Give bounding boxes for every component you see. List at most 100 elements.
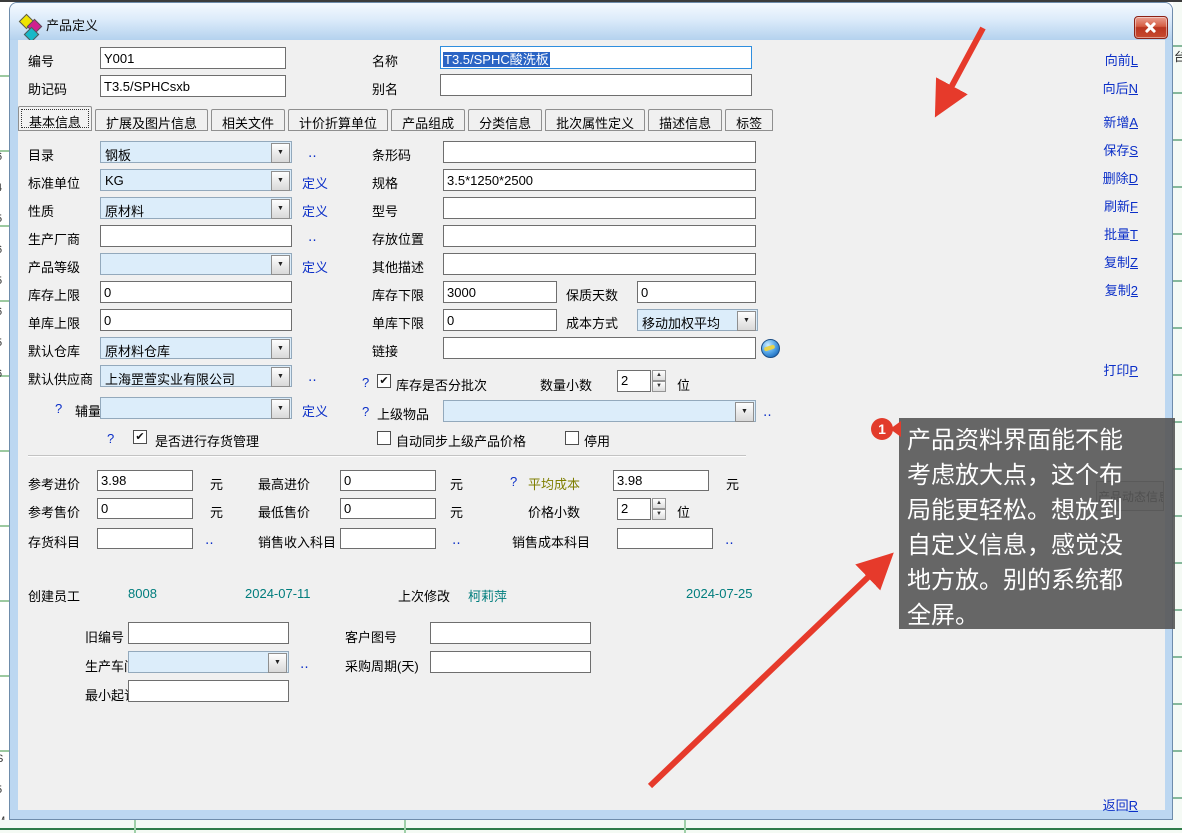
chevron-down-icon[interactable]: ▼ (271, 339, 290, 359)
nature-select[interactable]: 原材料 ▼ (100, 197, 292, 219)
shelf-life-input[interactable] (637, 281, 756, 303)
mnemonic-input[interactable] (100, 75, 286, 97)
globe-icon[interactable] (761, 339, 780, 358)
aux-unit-select[interactable]: ▼ (100, 397, 292, 419)
tab-product-composition[interactable]: 产品组成 (391, 109, 465, 131)
nature-define-link[interactable]: 定义 (302, 201, 328, 220)
chevron-down-icon[interactable]: ▼ (271, 399, 290, 419)
workshop-select[interactable]: ▼ (128, 651, 289, 673)
chevron-down-icon[interactable]: ▼ (271, 171, 290, 191)
grid-line (684, 820, 686, 833)
tab-description[interactable]: 描述信息 (648, 109, 722, 131)
stock-upper-input[interactable] (100, 281, 292, 303)
tab-labels[interactable]: 标签 (725, 109, 773, 131)
link-input[interactable] (443, 337, 756, 359)
chevron-down-icon[interactable]: ▼ (268, 653, 287, 673)
help-icon[interactable]: ? (107, 431, 114, 446)
spec-input[interactable] (443, 169, 756, 191)
spin-down-icon[interactable]: ▼ (652, 509, 666, 520)
location-input[interactable] (443, 225, 756, 247)
help-icon[interactable]: ? (510, 474, 517, 489)
action-forward[interactable]: 向前L (1105, 50, 1138, 69)
chevron-down-icon[interactable]: ▼ (271, 367, 290, 387)
tab-pricing-unit[interactable]: 计价折算单位 (288, 109, 388, 131)
manufacturer-input[interactable] (100, 225, 292, 247)
old-code-input[interactable] (128, 622, 289, 644)
cost-subject-input[interactable] (617, 528, 713, 549)
max-purchase-input[interactable] (340, 470, 436, 491)
other-desc-input[interactable] (443, 253, 756, 275)
workshop-browse-link[interactable]: ‥ (300, 656, 309, 672)
purchase-cycle-input[interactable] (430, 651, 591, 673)
stock-lower-input[interactable] (443, 281, 557, 303)
aux-unit-define-link[interactable]: 定义 (302, 401, 328, 420)
qty-decimal-stepper[interactable]: 2 ▲ ▼ (617, 370, 666, 392)
ref-purchase-input[interactable] (97, 470, 193, 491)
spin-up-icon[interactable]: ▲ (652, 370, 666, 381)
avg-cost-input[interactable] (613, 470, 709, 491)
stock-subject-input[interactable] (97, 528, 193, 549)
grade-define-link[interactable]: 定义 (302, 257, 328, 276)
action-backward[interactable]: 向后N (1103, 78, 1138, 97)
parent-item-browse-link[interactable]: ‥ (763, 404, 772, 420)
single-lower-input[interactable] (443, 309, 557, 331)
supplier-select[interactable]: 上海罡萱实业有限公司 ▼ (100, 365, 292, 387)
action-print[interactable]: 打印P (1103, 360, 1138, 379)
help-icon[interactable]: ? (362, 375, 369, 390)
action-delete[interactable]: 删除D (1103, 168, 1138, 187)
manufacturer-browse-link[interactable]: ‥ (308, 229, 317, 245)
close-button[interactable] (1134, 16, 1168, 39)
spin-down-icon[interactable]: ▼ (652, 381, 666, 392)
unit-define-link[interactable]: 定义 (302, 173, 328, 192)
qty-decimal-value[interactable]: 2 (617, 370, 651, 392)
price-decimal-stepper[interactable]: 2 ▲ ▼ (617, 498, 666, 520)
unit-select[interactable]: KG ▼ (100, 169, 292, 191)
price-decimal-value[interactable]: 2 (617, 498, 651, 520)
action-save[interactable]: 保存S (1103, 140, 1138, 159)
catalog-select[interactable]: 钢板 ▼ (100, 141, 292, 163)
action-add[interactable]: 新增A (1103, 112, 1138, 131)
min-order-input[interactable] (128, 680, 289, 702)
action-batch[interactable]: 批量T (1104, 224, 1138, 243)
income-subject-browse-link[interactable]: ‥ (452, 532, 461, 548)
action-back[interactable]: 返回R (1103, 795, 1138, 814)
stock-subject-browse-link[interactable]: ‥ (205, 532, 214, 548)
tab-batch-attributes[interactable]: 批次属性定义 (545, 109, 645, 131)
chevron-down-icon[interactable]: ▼ (271, 143, 290, 163)
cost-subject-browse-link[interactable]: ‥ (725, 532, 734, 548)
chevron-down-icon[interactable]: ▼ (735, 402, 754, 422)
min-sale-input[interactable] (340, 498, 436, 519)
action-copy[interactable]: 复制Z (1104, 252, 1138, 271)
ref-sale-input[interactable] (97, 498, 193, 519)
chevron-down-icon[interactable]: ▼ (271, 255, 290, 275)
single-upper-input[interactable] (100, 309, 292, 331)
help-icon[interactable]: ? (362, 404, 369, 419)
code-input[interactable] (100, 47, 286, 69)
tab-basic-info[interactable]: 基本信息 (18, 106, 92, 131)
grade-select[interactable]: ▼ (100, 253, 292, 275)
tab-classification[interactable]: 分类信息 (468, 109, 542, 131)
warehouse-select[interactable]: 原材料仓库 ▼ (100, 337, 292, 359)
income-subject-input[interactable] (340, 528, 436, 549)
tab-related-files[interactable]: 相关文件 (211, 109, 285, 131)
chevron-down-icon[interactable]: ▼ (271, 199, 290, 219)
action-copy2[interactable]: 复制2 (1105, 280, 1138, 299)
sync-price-checkbox[interactable] (377, 431, 391, 445)
disabled-checkbox[interactable] (565, 431, 579, 445)
spin-up-icon[interactable]: ▲ (652, 498, 666, 509)
supplier-browse-link[interactable]: ‥ (308, 369, 317, 385)
catalog-browse-link[interactable]: ‥ (308, 145, 317, 161)
inventory-mgmt-checkbox[interactable]: ✔ (133, 430, 147, 444)
alias-input[interactable] (440, 74, 752, 96)
cost-method-select[interactable]: 移动加权平均 ▼ (637, 309, 758, 331)
parent-item-select[interactable]: ▼ (443, 400, 756, 422)
chevron-down-icon[interactable]: ▼ (737, 311, 756, 331)
barcode-input[interactable] (443, 141, 756, 163)
action-refresh[interactable]: 刷新F (1104, 196, 1138, 215)
customer-drawing-input[interactable] (430, 622, 591, 644)
name-input[interactable]: T3.5/SPHC酸洗板 (440, 46, 752, 69)
tab-extended-images[interactable]: 扩展及图片信息 (95, 109, 208, 131)
model-input[interactable] (443, 197, 756, 219)
help-icon[interactable]: ? (55, 401, 62, 416)
batch-checkbox[interactable]: ✔ (377, 374, 391, 388)
